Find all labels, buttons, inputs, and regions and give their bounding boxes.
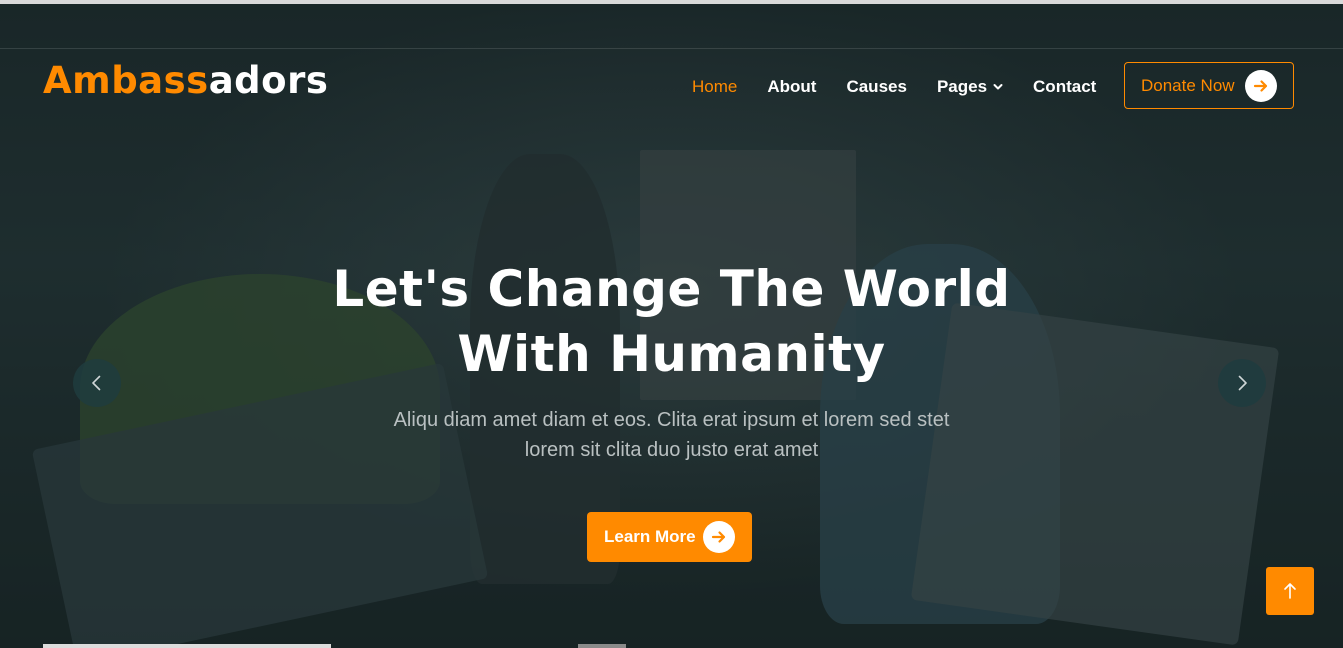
nav-pages[interactable]: Pages	[937, 77, 1003, 97]
chevron-down-icon	[993, 84, 1003, 90]
learn-more-label: Learn More	[604, 527, 696, 546]
nav-home[interactable]: Home	[692, 77, 737, 97]
learn-more-button[interactable]: Learn More	[587, 512, 752, 562]
main-nav: Home About Causes Pages Contact	[692, 77, 1126, 97]
logo-text: adors	[208, 59, 329, 102]
nav-pages-label: Pages	[936, 77, 988, 96]
hero-subtitle-line-2: lorem sit clita duo justo erat amet	[524, 439, 819, 461]
hero-title-line-1: Let's Change The World	[332, 260, 1011, 318]
arrow-right-icon	[1245, 69, 1277, 102]
back-to-top-button[interactable]	[1266, 567, 1314, 615]
hero-title-line-2: With Humanity	[457, 325, 886, 383]
carousel-indicator[interactable]	[578, 644, 626, 648]
donate-now-label: Donate Now	[1141, 75, 1235, 95]
hero-title: Let's Change The World With Humanity	[0, 257, 1343, 387]
arrow-right-icon	[703, 521, 735, 553]
site-logo[interactable]: Ambassadors	[43, 62, 328, 99]
hero-subtitle: Aliqu diam amet diam et eos. Clita erat …	[0, 405, 1343, 465]
hero-subtitle-line-1: Aliqu diam amet diam et eos. Clita erat …	[393, 409, 950, 431]
carousel-indicator-active[interactable]	[43, 644, 331, 648]
nav-causes[interactable]: Causes	[846, 77, 906, 97]
arrow-up-icon	[1284, 583, 1296, 599]
logo-accent-text: Ambass	[43, 59, 209, 102]
nav-contact[interactable]: Contact	[1033, 77, 1096, 97]
donate-now-button[interactable]: Donate Now	[1124, 62, 1294, 109]
navbar-divider	[0, 48, 1343, 49]
nav-about[interactable]: About	[767, 77, 816, 97]
